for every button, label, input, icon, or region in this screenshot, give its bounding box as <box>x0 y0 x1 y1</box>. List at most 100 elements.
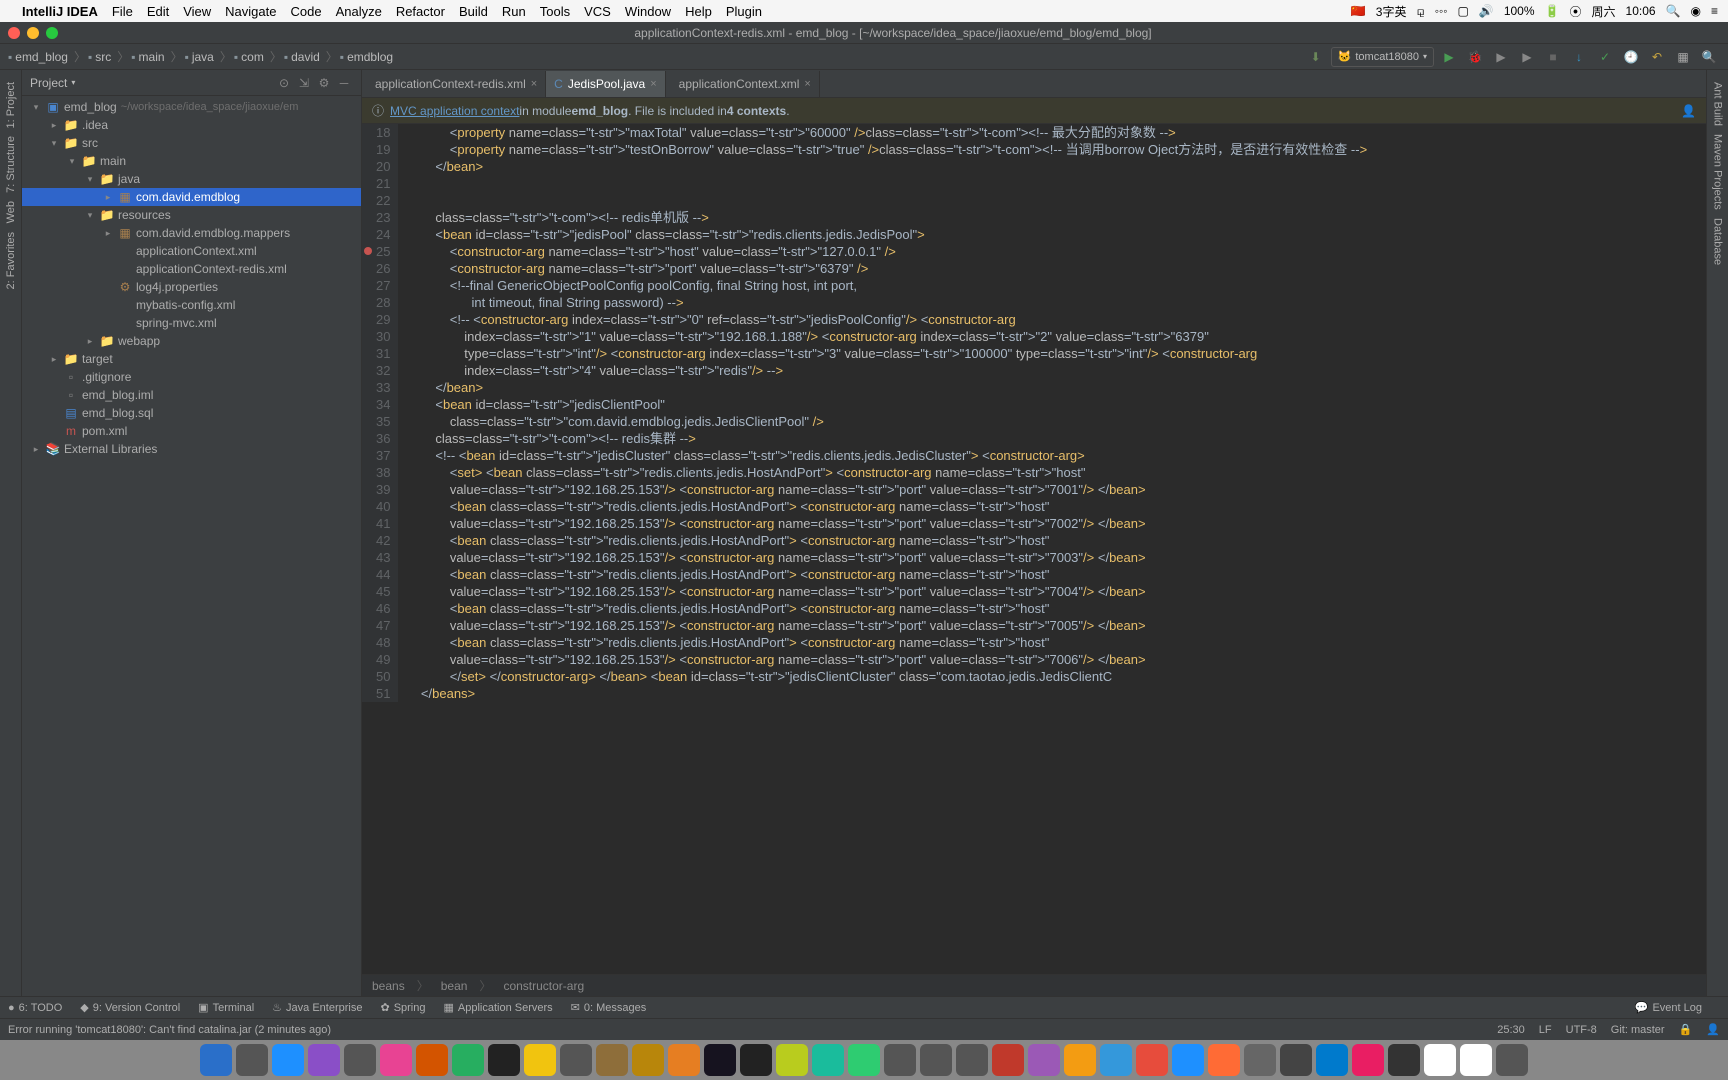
tool-database[interactable]: Database <box>1712 218 1724 265</box>
tree-item--gitignore[interactable]: ▫.gitignore <box>22 368 361 386</box>
menu-code[interactable]: Code <box>290 4 321 19</box>
breakpoint-icon[interactable] <box>364 247 372 255</box>
menu-edit[interactable]: Edit <box>147 4 169 19</box>
menu-view[interactable]: View <box>183 4 211 19</box>
dock-app10[interactable] <box>884 1044 916 1076</box>
file-encoding[interactable]: UTF-8 <box>1566 1024 1597 1036</box>
spotlight-icon[interactable]: 🔍 <box>1666 4 1681 18</box>
menu-build[interactable]: Build <box>459 4 488 19</box>
expand-icon[interactable]: ▸ <box>30 444 42 455</box>
search-everywhere-icon[interactable]: 🔍 <box>1698 46 1720 68</box>
tool-maven-projects[interactable]: Maven Projects <box>1712 134 1724 210</box>
inspector-icon[interactable]: 👤 <box>1706 1023 1720 1036</box>
mvc-context-link[interactable]: MVC application context <box>390 104 519 118</box>
bluetooth-icon[interactable]: ⚼ <box>1416 4 1424 19</box>
tree-item-src[interactable]: ▾📁src <box>22 134 361 152</box>
dock-app7[interactable] <box>740 1044 772 1076</box>
build-icon[interactable]: ⬇ <box>1305 46 1327 68</box>
dock-safari[interactable] <box>272 1044 304 1076</box>
dock-app13[interactable] <box>992 1044 1024 1076</box>
dock-app5[interactable] <box>596 1044 628 1076</box>
close-tab-icon[interactable]: × <box>650 78 656 90</box>
tree-item-log4j-properties[interactable]: ⚙log4j.properties <box>22 278 361 296</box>
expand-icon[interactable]: ▸ <box>102 192 114 203</box>
siri-icon[interactable]: ◉ <box>1691 4 1701 18</box>
battery-icon[interactable]: 🔋 <box>1545 4 1560 18</box>
expand-icon[interactable]: ▸ <box>84 336 96 347</box>
tree-item-external-libraries[interactable]: ▸📚External Libraries <box>22 440 361 458</box>
expand-icon[interactable]: ▾ <box>30 102 42 113</box>
breadcrumb-main[interactable]: ▪main <box>131 50 164 64</box>
event-log-button[interactable]: 💬 Event Log <box>1635 1001 1702 1014</box>
run-configuration-selector[interactable]: 🐱 tomcat18080 ▾ <box>1331 47 1434 67</box>
dock-app11[interactable] <box>920 1044 952 1076</box>
profile-button[interactable]: ▶ <box>1516 46 1538 68</box>
tool----favorites[interactable]: 2: Favorites <box>5 232 17 289</box>
dock-app3[interactable] <box>452 1044 484 1076</box>
tree-item-mybatis-config-xml[interactable]: mybatis-config.xml <box>22 296 361 314</box>
bottom-tool-9--version-control[interactable]: ◆9: Version Control <box>80 1001 180 1014</box>
menu-tools[interactable]: Tools <box>540 4 570 19</box>
dock-app6[interactable] <box>632 1044 664 1076</box>
stop-button[interactable]: ■ <box>1542 46 1564 68</box>
flag-icon[interactable]: 🇨🇳 <box>1351 4 1366 18</box>
dock-app[interactable] <box>308 1044 340 1076</box>
editor-crumb-constructor-arg[interactable]: constructor-arg <box>503 979 584 993</box>
run-button[interactable]: ▶ <box>1438 46 1460 68</box>
editor-content[interactable]: <property name=class="t-str">"maxTotal" … <box>398 124 1367 702</box>
dock-app19[interactable] <box>1244 1044 1276 1076</box>
dock-app4[interactable] <box>560 1044 592 1076</box>
tree-item-com-david-emdblog[interactable]: ▸▦com.david.emdblog <box>22 188 361 206</box>
dock-app21[interactable] <box>1352 1044 1384 1076</box>
vcs-commit-icon[interactable]: ✓ <box>1594 46 1616 68</box>
dock-intellij[interactable] <box>704 1044 736 1076</box>
project-view-label[interactable]: Project <box>30 76 67 90</box>
git-branch[interactable]: Git: master <box>1611 1024 1665 1036</box>
tool----project[interactable]: 1: Project <box>5 82 17 128</box>
expand-icon[interactable]: ▾ <box>84 174 96 185</box>
menu-navigate[interactable]: Navigate <box>225 4 276 19</box>
ime-indicator[interactable]: 3字英 <box>1376 3 1407 20</box>
breadcrumb-david[interactable]: ▪david <box>284 50 320 64</box>
tree-item-emd-blog-iml[interactable]: ▫emd_blog.iml <box>22 386 361 404</box>
dock-app18[interactable] <box>1208 1044 1240 1076</box>
menu-run[interactable]: Run <box>502 4 526 19</box>
expand-icon[interactable]: ▾ <box>66 156 78 167</box>
bottom-tool-java-enterprise[interactable]: ♨Java Enterprise <box>272 1001 362 1014</box>
zoom-window-button[interactable] <box>46 27 58 39</box>
dock-launchpad[interactable] <box>236 1044 268 1076</box>
tree-item-java[interactable]: ▾📁java <box>22 170 361 188</box>
dock-app8[interactable] <box>776 1044 808 1076</box>
close-tab-icon[interactable]: × <box>804 78 810 90</box>
dock-app17[interactable] <box>1172 1044 1204 1076</box>
macos-dock[interactable] <box>0 1040 1728 1080</box>
dock-vscode[interactable] <box>1316 1044 1348 1076</box>
dock-chrome[interactable] <box>524 1044 556 1076</box>
editor-crumb-beans[interactable]: beans <box>372 979 405 993</box>
lock-icon[interactable]: 🔒 <box>1679 1023 1693 1036</box>
editor-crumb-bean[interactable]: bean <box>441 979 468 993</box>
caret-position[interactable]: 25:30 <box>1497 1024 1525 1036</box>
tab-applicationcontext-redis-xml[interactable]: applicationContext-redis.xml× <box>362 71 546 97</box>
editor-gutter[interactable]: 1819202122232425262728293031323334353637… <box>362 124 398 702</box>
minimize-window-button[interactable] <box>27 27 39 39</box>
breadcrumb-emdblog[interactable]: ▪emdblog <box>340 50 393 64</box>
dock-app9[interactable] <box>812 1044 844 1076</box>
dock-app22[interactable] <box>1388 1044 1420 1076</box>
project-view-dropdown-icon[interactable]: ▾ <box>71 78 75 87</box>
breadcrumb-com[interactable]: ▪com <box>234 50 264 64</box>
tree-item-pom-xml[interactable]: mpom.xml <box>22 422 361 440</box>
debug-button[interactable]: 🐞 <box>1464 46 1486 68</box>
menu-file[interactable]: File <box>112 4 133 19</box>
tree-item-spring-mvc-xml[interactable]: spring-mvc.xml <box>22 314 361 332</box>
dock-app14[interactable] <box>1028 1044 1060 1076</box>
project-tree[interactable]: ▾▣emd_blog~/workspace/idea_space/jiaoxue… <box>22 96 361 996</box>
settings-icon[interactable]: ⚙ <box>315 74 333 92</box>
bottom-tool-application-servers[interactable]: ▦Application Servers <box>443 1001 552 1014</box>
clock-day[interactable]: 周六 <box>1592 3 1616 20</box>
tree-item-applicationcontext-redis-xml[interactable]: applicationContext-redis.xml <box>22 260 361 278</box>
vcs-update-icon[interactable]: ↓ <box>1568 46 1590 68</box>
tree-item-main[interactable]: ▾📁main <box>22 152 361 170</box>
tab-applicationcontext-xml[interactable]: applicationContext.xml× <box>666 71 820 97</box>
tree-item-emd-blog-sql[interactable]: ▤emd_blog.sql <box>22 404 361 422</box>
